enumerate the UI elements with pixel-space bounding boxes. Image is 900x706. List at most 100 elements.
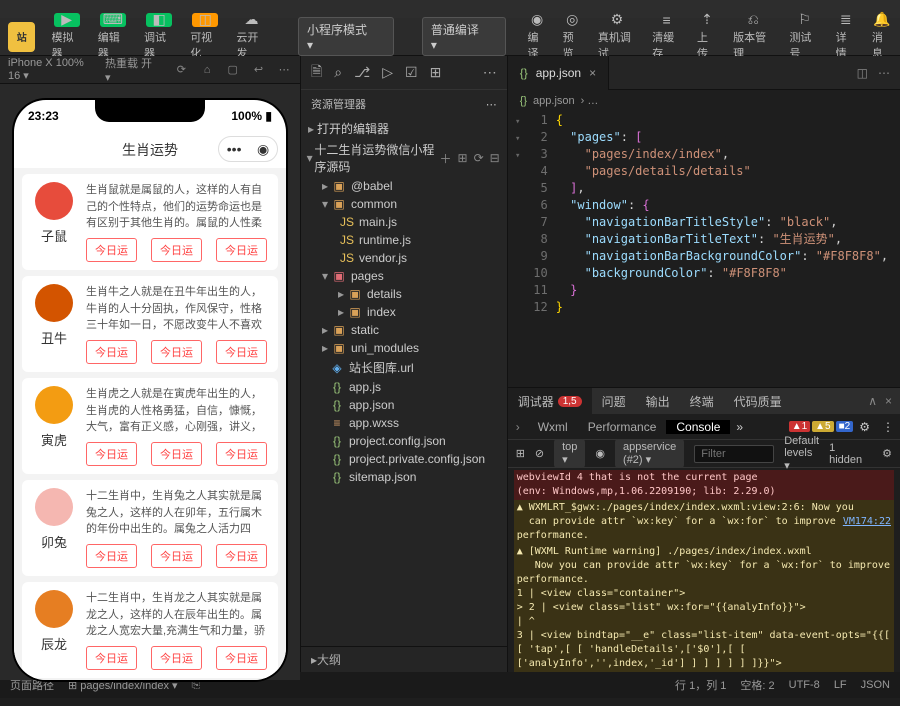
console-filter-input[interactable]: [694, 445, 774, 463]
today-fortune-button[interactable]: 今日运: [86, 442, 137, 466]
console-tab[interactable]: Console: [666, 420, 730, 434]
collapse-icon[interactable]: ⊟: [490, 151, 500, 165]
folder-static[interactable]: ▸▣static: [301, 321, 507, 339]
file-zhanku-url[interactable]: ◈站长图库.url: [301, 357, 507, 378]
project-root[interactable]: ▾十二生肖运势微信小程序源码 ＋ ⊞ ⟳ ⊟: [301, 139, 507, 177]
screenshot-icon[interactable]: ▢: [225, 61, 241, 79]
test-account-button[interactable]: ⚐测试号: [781, 19, 827, 55]
today-fortune-button[interactable]: 今日运: [151, 544, 202, 568]
outline-section[interactable]: ▸ 大纲: [301, 646, 507, 672]
mini-program-capsule[interactable]: ••• ◉: [218, 136, 278, 162]
preview-button[interactable]: ◎预览: [555, 19, 590, 55]
clear-cache-button[interactable]: ≡清缓存: [644, 19, 689, 55]
split-editor-icon[interactable]: ◫: [857, 66, 868, 80]
cloud-dev-button[interactable]: ☁云开发: [228, 19, 274, 55]
menu-dots-icon[interactable]: •••: [227, 141, 242, 157]
panel-up-icon[interactable]: ∧: [868, 394, 877, 408]
today-fortune-button[interactable]: 今日运: [151, 238, 202, 262]
page-path-select[interactable]: ⊞ pages/index/index ▾: [68, 679, 178, 692]
file-appwxss[interactable]: ≡app.wxss: [301, 414, 507, 432]
editor-more-icon[interactable]: ⋯: [878, 66, 890, 80]
settings-icon[interactable]: ⚙: [853, 420, 876, 434]
hot-reload-toggle[interactable]: 热重载 开 ▾: [105, 55, 154, 84]
search-icon[interactable]: ⌕: [334, 64, 342, 81]
today-fortune-button[interactable]: 今日运: [216, 442, 267, 466]
editor-toggle[interactable]: ⌨编辑器: [90, 19, 136, 55]
zodiac-card[interactable]: 卯兔 十二生肖中，生肖兔之人其实就是属兔之人，这样的人在卯年，五行属木的年份中出…: [22, 480, 278, 576]
rotate-icon[interactable]: ⟳: [174, 61, 190, 79]
performance-tab[interactable]: Performance: [578, 420, 667, 434]
console-menu-icon[interactable]: ⊞: [516, 447, 525, 460]
breadcrumb[interactable]: {}app.json › …: [508, 90, 900, 112]
console-output[interactable]: webviewId 4 that is not the current page…: [508, 468, 900, 672]
simulator-toggle[interactable]: ▶模拟器: [43, 19, 89, 55]
context-top[interactable]: top ▾: [554, 439, 585, 468]
compile-button[interactable]: ◉编译: [519, 19, 554, 55]
home-icon[interactable]: ⌂: [199, 61, 215, 79]
file-sitemap[interactable]: {}sitemap.json: [301, 468, 507, 486]
back-icon[interactable]: ↩: [251, 61, 267, 79]
hidden-count[interactable]: 1 hidden: [829, 442, 862, 466]
zodiac-card[interactable]: 丑牛 生肖牛之人就是在丑牛年出生的人，牛肖的人十分固执，作风保守，性格三十年如一…: [22, 276, 278, 372]
clear-console-icon[interactable]: ⊘: [535, 447, 544, 460]
language-mode[interactable]: JSON: [861, 679, 890, 691]
device-select[interactable]: iPhone X 100% 16 ▾: [8, 57, 95, 82]
today-fortune-button[interactable]: 今日运: [86, 646, 137, 670]
wxml-tab[interactable]: Wxml: [528, 420, 578, 434]
zodiac-card[interactable]: 辰龙 十二生肖中，生肖龙之人其实就是属龙之人，这样的人在辰年出生的。属龙之人宽宏…: [22, 582, 278, 678]
file-projectconfig[interactable]: {}project.config.json: [301, 432, 507, 450]
file-projectprivate[interactable]: {}project.private.config.json: [301, 450, 507, 468]
today-fortune-button[interactable]: 今日运: [86, 544, 137, 568]
details-button[interactable]: ≣详情: [828, 19, 864, 55]
refresh-icon[interactable]: ⟳: [474, 151, 484, 165]
visualize-button[interactable]: ◫可视化: [182, 19, 228, 55]
file-appjs[interactable]: {}app.js: [301, 378, 507, 396]
open-editors-section[interactable]: ▸打开的编辑器: [301, 118, 507, 139]
file-runtimejs[interactable]: JSruntime.js: [301, 231, 507, 249]
folder-uni-modules[interactable]: ▸▣uni_modules: [301, 339, 507, 357]
editor-tab-appjson[interactable]: {}app.json×: [508, 56, 609, 90]
log-level-select[interactable]: Default levels ▾: [784, 435, 819, 472]
today-fortune-button[interactable]: 今日运: [86, 238, 137, 262]
terminal-tab[interactable]: 终端: [680, 388, 724, 414]
code-editor[interactable]: ▾▾▾ 123456789101112 { "pages": [ "pages/…: [508, 112, 900, 387]
folder-babel[interactable]: ▸▣@babel: [301, 177, 507, 195]
version-button[interactable]: ⎌版本管理: [725, 19, 781, 55]
devtools-more-icon[interactable]: »: [730, 420, 749, 434]
file-appjson[interactable]: {}app.json: [301, 396, 507, 414]
problems-tab[interactable]: 问题: [592, 388, 636, 414]
panel-more-icon[interactable]: ⋯: [486, 98, 497, 111]
folder-details[interactable]: ▸▣details: [301, 285, 507, 303]
panel-close-icon[interactable]: ×: [885, 394, 892, 408]
extension-icon[interactable]: ⊞: [430, 64, 442, 81]
devtools-menu-icon[interactable]: ⋮: [876, 420, 900, 434]
today-fortune-button[interactable]: 今日运: [151, 442, 202, 466]
more-icon[interactable]: ⋯: [276, 61, 292, 79]
file-vendorjs[interactable]: JSvendor.js: [301, 249, 507, 267]
messages-button[interactable]: 🔔消息: [864, 19, 900, 55]
debug-icon[interactable]: ▷: [382, 64, 393, 81]
console-settings-icon[interactable]: ⚙: [882, 447, 892, 460]
copy-path-icon[interactable]: ⎘: [192, 679, 201, 692]
today-fortune-button[interactable]: 今日运: [86, 340, 137, 364]
indentation[interactable]: 空格: 2: [740, 677, 774, 693]
today-fortune-button[interactable]: 今日运: [216, 544, 267, 568]
context-appservice[interactable]: appservice (#2) ▾: [615, 439, 684, 468]
git-icon[interactable]: ⎇: [354, 64, 370, 81]
today-fortune-button[interactable]: 今日运: [151, 340, 202, 364]
today-fortune-button[interactable]: 今日运: [216, 340, 267, 364]
today-fortune-button[interactable]: 今日运: [151, 646, 202, 670]
zodiac-card[interactable]: 寅虎 生肖虎之人就是在寅虎年出生的人，生肖虎的人性格勇猛，自信，慷慨，大气，富有…: [22, 378, 278, 474]
files-icon[interactable]: 🗎: [311, 61, 322, 85]
folder-common[interactable]: ▾▣common: [301, 195, 507, 213]
upload-button[interactable]: ⇡上传: [689, 19, 725, 55]
code-quality-tab[interactable]: 代码质量: [724, 388, 792, 414]
elements-icon[interactable]: ›: [508, 420, 528, 434]
close-tab-icon[interactable]: ×: [589, 66, 596, 80]
close-circle-icon[interactable]: ◉: [257, 141, 269, 158]
mode-select[interactable]: 小程序模式 ▾: [298, 17, 394, 56]
new-folder-icon[interactable]: ⊞: [458, 151, 468, 165]
file-mainjs[interactable]: JSmain.js: [301, 213, 507, 231]
compile-mode-select[interactable]: 普通编译 ▾: [422, 17, 507, 56]
real-debug-button[interactable]: ⚙真机调试: [590, 19, 644, 55]
